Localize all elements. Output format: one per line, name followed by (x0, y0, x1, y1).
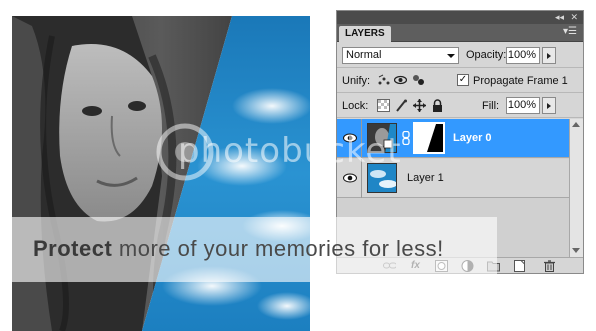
blend-row: Normal Opacity: 100% (337, 44, 583, 68)
lock-position-icon[interactable] (413, 99, 426, 112)
new-layer-icon[interactable] (513, 260, 526, 272)
screenshot-stage: ◂◂ ✕ LAYERS ▾☰ Normal Opacity: 100% Unif… (0, 0, 596, 331)
lock-label: Lock: (342, 100, 369, 112)
double-chevron-icon[interactable]: ◂◂ (555, 12, 564, 22)
opacity-field[interactable]: 100% (506, 47, 540, 64)
fill-slider-button[interactable] (542, 97, 556, 114)
watermark-text-part: Protect (33, 236, 119, 261)
panel-menu-icon[interactable]: ▾☰ (563, 27, 577, 37)
watermark-text-part: for less! (362, 236, 444, 261)
fill-field[interactable]: 100% (506, 97, 540, 114)
watermark-banner-text: Protect more of your memories for less! (33, 236, 444, 262)
layer-name[interactable]: Layer 0 (453, 132, 492, 144)
watermark-text-part: more of your memories (118, 236, 363, 261)
trash-icon[interactable] (543, 260, 556, 272)
panel-tabbar: LAYERS ▾☰ (337, 24, 583, 42)
unify-row: Unify: ✓ Propagate Frame 1 (337, 69, 583, 93)
layers-scrollbar[interactable] (569, 119, 583, 257)
chevron-right-icon (547, 53, 551, 59)
propagate-frame-label: Propagate Frame 1 (473, 75, 568, 87)
chevron-down-icon (447, 54, 455, 58)
lock-image-icon[interactable] (395, 99, 408, 112)
tab-layers[interactable]: LAYERS (339, 26, 391, 42)
unify-position-icon[interactable] (377, 74, 390, 86)
opacity-label: Opacity: (466, 49, 507, 61)
watermark-logo: photobucket (178, 131, 402, 171)
blend-mode-value: Normal (346, 49, 382, 61)
panel-titlebar[interactable]: ◂◂ ✕ (337, 11, 583, 24)
unify-label: Unify: (342, 75, 371, 87)
unify-style-icon[interactable] (412, 74, 425, 86)
fill-label: Fill: (482, 100, 500, 112)
lock-all-icon[interactable] (431, 99, 444, 112)
lock-transparent-icon[interactable] (377, 99, 390, 112)
propagate-frame-checkbox[interactable]: ✓ (457, 74, 469, 86)
unify-visibility-icon[interactable] (394, 74, 407, 86)
opacity-slider-button[interactable] (542, 47, 556, 64)
chevron-up-icon[interactable] (572, 122, 580, 127)
blend-mode-select[interactable]: Normal (342, 47, 459, 64)
chevron-down-icon[interactable] (572, 248, 580, 253)
chevron-right-icon (547, 103, 551, 109)
close-icon[interactable]: ✕ (570, 12, 578, 22)
